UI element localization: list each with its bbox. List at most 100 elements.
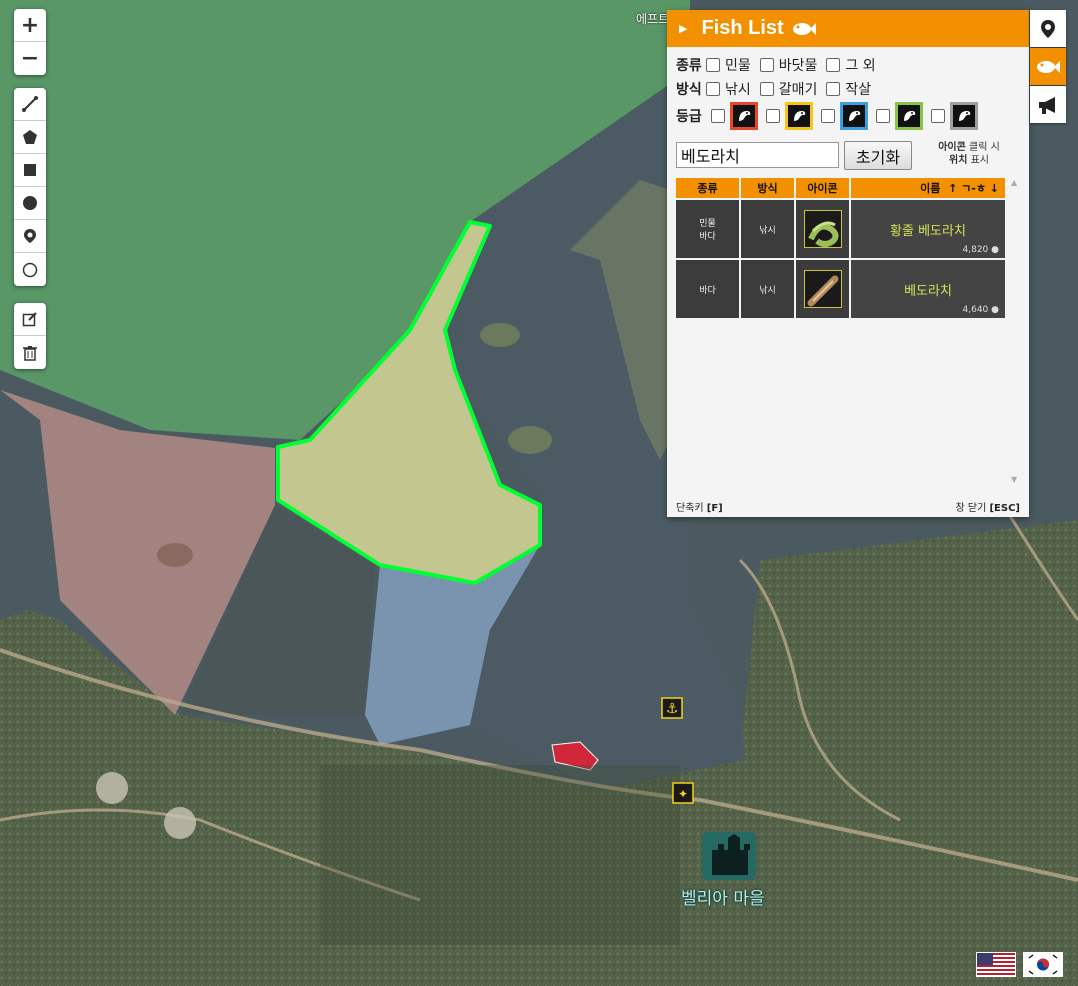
tab-announcement[interactable] [1030, 86, 1066, 123]
collapse-arrow-icon[interactable]: ▶ [679, 22, 687, 35]
reset-button[interactable]: 초기화 [844, 141, 912, 170]
col-name[interactable]: 이름 ↑ ㄱ-ㅎ ↓ [851, 178, 1005, 198]
fish-icon [1037, 60, 1060, 73]
checkbox[interactable] [821, 109, 835, 123]
draw-polyline-button[interactable] [14, 88, 46, 121]
megaphone-icon [1039, 96, 1055, 114]
fish-table: 종류 방식 아이콘 이름 ↑ ㄱ-ㅎ ↓ 민물 바다 낚시 황줄 베도라치 4,82… [674, 176, 1007, 320]
cell-name[interactable]: 베도라치 4,640 ● [851, 260, 1005, 318]
filter-grade-row: 등급 [676, 102, 986, 130]
checkbox[interactable] [711, 109, 725, 123]
draw-polygon-button[interactable] [14, 121, 46, 154]
col-type[interactable]: 종류 [676, 178, 739, 198]
scroll-up-icon[interactable]: ▲ [1011, 178, 1017, 187]
tab-fish-list[interactable] [1030, 48, 1066, 85]
filter-rod[interactable]: 낚시 [706, 79, 751, 99]
panel-header[interactable]: ▶ Fish List [667, 10, 1029, 47]
trash-icon [23, 345, 37, 361]
polygon-icon [23, 130, 37, 144]
polyline-icon [22, 96, 38, 112]
draw-circlemarker-button[interactable] [14, 253, 46, 286]
filter-grade-1[interactable] [711, 102, 758, 130]
checkbox[interactable] [759, 58, 774, 72]
draw-toolbar [14, 88, 46, 286]
filled-circle-icon [23, 196, 37, 210]
location-pin-icon [1041, 19, 1055, 38]
table-scrollbar[interactable]: ▲ ▼ [1009, 178, 1021, 484]
anchor-marker[interactable]: ⚓ [661, 697, 683, 719]
close-hint-text[interactable]: 창 닫기 [ESC] [956, 499, 1020, 514]
cell-method: 낚시 [741, 260, 794, 318]
filter-grade-4[interactable] [876, 102, 923, 130]
fish-thumbnail-icon[interactable] [803, 210, 842, 248]
filter-freshwater[interactable]: 민물 [706, 55, 751, 75]
draw-marker-button[interactable] [14, 220, 46, 253]
marker-icon [24, 229, 36, 243]
checkbox[interactable] [759, 82, 774, 96]
svg-text:✦: ✦ [678, 787, 688, 801]
zoom-out-button[interactable]: − [14, 42, 46, 75]
filter-seagull[interactable]: 갈매기 [759, 79, 817, 99]
filter-grade-label: 등급 [676, 109, 702, 125]
edit-toolbar [14, 303, 46, 369]
filter-grade-3[interactable] [821, 102, 868, 130]
kr-flag-icon [1024, 953, 1062, 976]
shortcut-text: 단축키 [F] [676, 503, 723, 514]
zoom-control: + − [14, 9, 46, 75]
map-label-partial: 에프트 [636, 12, 670, 26]
zoom-in-button[interactable]: + [14, 9, 46, 42]
panel-title: Fish List [701, 17, 784, 39]
filter-method-row: 방식 낚시 갈매기 작살 [676, 79, 880, 99]
cell-icon[interactable] [796, 200, 849, 258]
checkbox[interactable] [876, 109, 890, 123]
col-method[interactable]: 방식 [741, 178, 794, 198]
filter-other[interactable]: 그 외 [826, 55, 876, 75]
draw-circle-button[interactable] [14, 187, 46, 220]
search-input[interactable] [676, 142, 839, 168]
checkbox[interactable] [826, 82, 841, 96]
checkbox[interactable] [931, 109, 945, 123]
filter-type-label: 종류 [676, 58, 702, 74]
grade-fish-icon [730, 102, 758, 130]
edit-icon [22, 312, 37, 327]
fish-icon [792, 22, 816, 35]
grade-fish-icon [840, 102, 868, 130]
grade-fish-icon [785, 102, 813, 130]
scroll-down-icon[interactable]: ▼ [1011, 475, 1017, 484]
cell-icon[interactable] [796, 260, 849, 318]
village-label: 벨리아 마을 [681, 889, 765, 909]
flag-english-button[interactable] [976, 952, 1016, 977]
edit-layers-button[interactable] [14, 303, 46, 336]
draw-rectangle-button[interactable] [14, 154, 46, 187]
fish-price: 4,820 ● [962, 245, 1000, 255]
village-castle-icon[interactable] [702, 832, 756, 880]
checkbox[interactable] [766, 109, 780, 123]
cell-type: 민물 바다 [676, 200, 739, 258]
table-row[interactable]: 민물 바다 낚시 황줄 베도라치 4,820 ● [676, 200, 1005, 258]
table-row[interactable]: 바다 낚시 베도라치 4,640 ● [676, 260, 1005, 318]
cell-name[interactable]: 황줄 베도라치 4,820 ● [851, 200, 1005, 258]
tab-location[interactable] [1030, 10, 1066, 47]
coin-icon: ● [991, 305, 999, 315]
npc-marker[interactable]: ✦ [672, 782, 694, 804]
filter-saltwater[interactable]: 바닷물 [759, 55, 817, 75]
filter-grade-5[interactable] [931, 102, 978, 130]
delete-layers-button[interactable] [14, 336, 46, 369]
svg-text:⚓: ⚓ [666, 701, 679, 717]
grade-fish-icon [895, 102, 923, 130]
fish-thumbnail-icon[interactable] [803, 270, 842, 308]
filter-grade-2[interactable] [766, 102, 813, 130]
cell-method: 낚시 [741, 200, 794, 258]
sort-toggle[interactable]: ↑ ㄱ-ㅎ ↓ [948, 182, 999, 195]
grade-fish-icon [950, 102, 978, 130]
icon-hint-text: 아이콘 클릭 시 위치 표시 [938, 142, 1000, 166]
filter-harpoon[interactable]: 작살 [826, 79, 871, 99]
col-icon[interactable]: 아이콘 [796, 178, 849, 198]
checkbox[interactable] [826, 58, 841, 72]
circle-outline-icon [22, 262, 38, 277]
filter-method-label: 방식 [676, 82, 702, 98]
fish-price: 4,640 ● [962, 305, 1000, 315]
checkbox[interactable] [706, 82, 720, 96]
flag-korean-button[interactable] [1023, 952, 1063, 977]
checkbox[interactable] [706, 58, 720, 72]
